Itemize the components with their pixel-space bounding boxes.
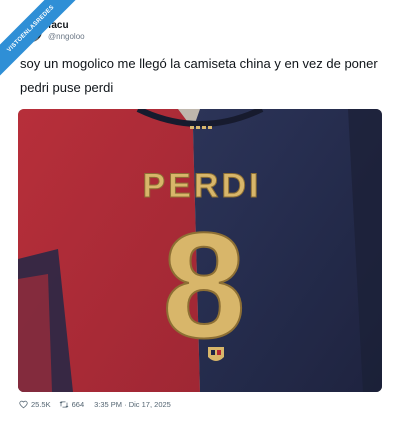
like-count: 25.5K [31,399,51,409]
tweet-media-photo[interactable]: PERDI 8 [18,109,382,392]
user-handle[interactable]: @nngoloo [48,32,85,42]
club-crest-icon [208,347,224,361]
tweet-timestamp[interactable]: 3:35 PM · Dic 17, 2025 [94,400,171,409]
retweet-count: 664 [71,399,85,409]
like-button[interactable]: 25.5K [19,400,51,409]
jersey-number: 8 [162,201,245,369]
retweet-button[interactable]: 664 [59,399,85,409]
heart-icon [19,400,28,408]
retweet-icon [59,400,68,408]
jersey-name: PERDI [143,167,262,205]
tweet-text: soy un mogolico me llegó la camiseta chi… [20,56,378,95]
author-info: facu @nngoloo [48,20,85,42]
jersey-photo: PERDI 8 [18,109,382,392]
tweet-footer: 25.5K 664 3:35 PM · Dic 17, 2025 [19,398,171,410]
